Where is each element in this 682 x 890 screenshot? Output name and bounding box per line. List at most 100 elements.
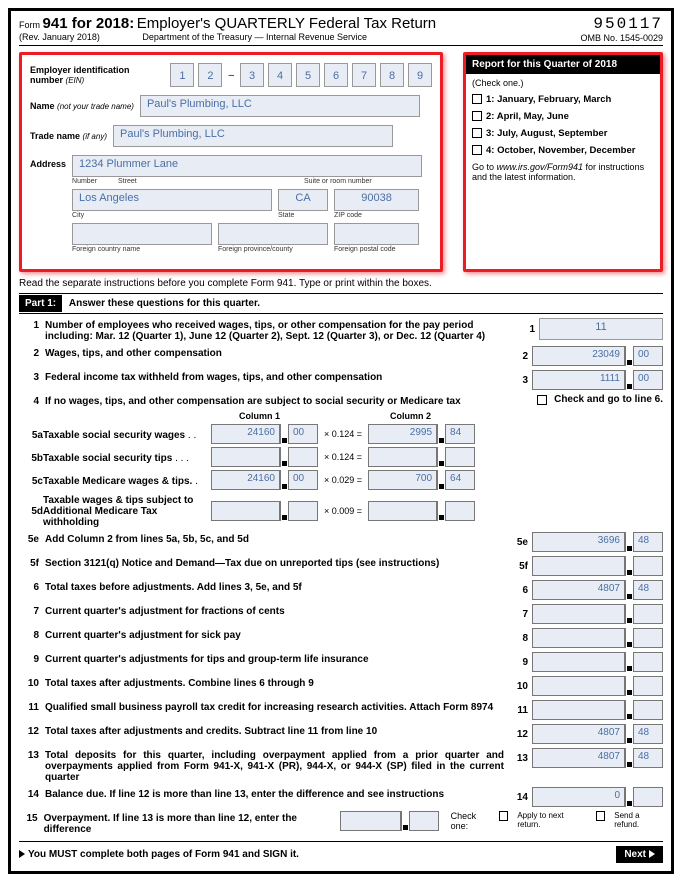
line8-d[interactable]	[533, 629, 625, 647]
send-refund-checkbox[interactable]	[596, 811, 605, 821]
city-label: City	[72, 212, 272, 219]
fpost-label: Foreign postal code	[334, 246, 395, 253]
quarter-opt4: 4: October, November, December	[486, 145, 635, 156]
line5d-col1-d[interactable]	[212, 502, 280, 520]
ein-digit[interactable]: 7	[352, 63, 376, 87]
line13-d[interactable]: 4807	[533, 749, 625, 767]
ein-digit[interactable]: 4	[268, 63, 292, 87]
line5d-col1-c[interactable]	[289, 502, 317, 520]
part1-text: Answer these questions for this quarter.	[65, 298, 260, 309]
ein-digit[interactable]: 3	[240, 63, 264, 87]
quarter-sub: (Check one.)	[472, 78, 654, 88]
line5b-col2-d[interactable]	[369, 448, 437, 466]
line5e-c[interactable]: 48	[634, 533, 662, 551]
line5e-d[interactable]: 3696	[533, 533, 625, 551]
state-input[interactable]: CA	[278, 189, 328, 211]
line14-d[interactable]: 0	[533, 788, 625, 806]
ein-digit[interactable]: 1	[170, 63, 194, 87]
line9-d[interactable]	[533, 653, 625, 671]
line5d-col2-d[interactable]	[369, 502, 437, 520]
quarter-opt3: 3: July, August, September	[486, 128, 607, 139]
line12-c[interactable]: 48	[634, 725, 662, 743]
zip-input[interactable]: 90038	[334, 189, 419, 211]
line2-cents[interactable]: 00	[634, 347, 662, 365]
part1-label: Part 1:	[19, 295, 62, 312]
line3-cents[interactable]: 00	[634, 371, 662, 389]
line5f-c[interactable]	[634, 557, 662, 575]
line3-text: Federal income tax withheld from wages, …	[45, 372, 382, 383]
line6-c[interactable]: 48	[634, 581, 662, 599]
line5a-col1-d[interactable]: 24160	[212, 425, 280, 443]
ein-digit[interactable]: 6	[324, 63, 348, 87]
form-number: 950117	[580, 15, 663, 33]
foreign-postal-input[interactable]	[334, 223, 419, 245]
line5c-col2-c[interactable]: 64	[446, 471, 474, 489]
line5a-col1-c[interactable]: 00	[289, 425, 317, 443]
line7-d[interactable]	[533, 605, 625, 623]
fprov-label: Foreign province/county	[218, 246, 328, 253]
ein-inputs: 1 2 – 3 4 5 6 7 8 9	[170, 63, 432, 87]
line15-d[interactable]	[341, 812, 401, 830]
line13-text: Total deposits for this quarter, includi…	[45, 750, 504, 783]
ein-digit[interactable]: 5	[296, 63, 320, 87]
name-input[interactable]: Paul's Plumbing, LLC	[140, 95, 420, 117]
line9-c[interactable]	[634, 653, 662, 671]
foreign-province-input[interactable]	[218, 223, 328, 245]
quarter-q1-checkbox[interactable]	[472, 94, 482, 104]
line5f-d[interactable]	[533, 557, 625, 575]
line5b-col1-c[interactable]	[289, 448, 317, 466]
line4-checkbox[interactable]	[537, 395, 547, 405]
ein-digit[interactable]: 2	[198, 63, 222, 87]
line12-d[interactable]: 4807	[533, 725, 625, 743]
next-button[interactable]: Next	[616, 846, 663, 863]
line3-dollars[interactable]: 1111	[533, 371, 625, 389]
line14-text: Balance due. If line 12 is more than lin…	[45, 789, 444, 800]
ein-digit[interactable]: 9	[408, 63, 432, 87]
line2-dollars[interactable]: 23049	[533, 347, 625, 365]
line5a-col2-c[interactable]: 84	[446, 425, 474, 443]
suite-label: Suite or room number	[304, 178, 372, 185]
line7-text: Current quarter's adjustment for fractio…	[45, 606, 285, 617]
line5b-mult: × 0.124 =	[324, 452, 362, 462]
quarter-foot1: Go to	[472, 162, 497, 172]
form-prefix: Form	[19, 20, 40, 30]
line10-c[interactable]	[634, 677, 662, 695]
line14-c[interactable]	[634, 788, 662, 806]
line15-check-label: Check one:	[451, 811, 493, 831]
arrow-icon	[19, 850, 25, 858]
line5b-col2-c[interactable]	[446, 448, 474, 466]
line5b-col1-d[interactable]	[212, 448, 280, 466]
line5c-col2-d[interactable]: 700	[369, 471, 437, 489]
omb-number: OMB No. 1545-0029	[580, 33, 663, 43]
line5c-col1-d[interactable]: 24160	[212, 471, 280, 489]
trade-input[interactable]: Paul's Plumbing, LLC	[113, 125, 393, 147]
ein-digit[interactable]: 8	[380, 63, 404, 87]
line11-d[interactable]	[533, 701, 625, 719]
trade-label: Trade name	[30, 131, 80, 141]
apply-next-checkbox[interactable]	[499, 811, 508, 821]
line5d-col2-c[interactable]	[446, 502, 474, 520]
foreign-country-input[interactable]	[72, 223, 212, 245]
line7-c[interactable]	[634, 605, 662, 623]
line6-d[interactable]: 4807	[533, 581, 625, 599]
line1-value[interactable]: 11	[539, 318, 663, 340]
line2-text: Wages, tips, and other compensation	[45, 348, 222, 359]
line5d-mult: × 0.009 =	[324, 506, 362, 516]
city-input[interactable]: Los Angeles	[72, 189, 272, 211]
line8-c[interactable]	[634, 629, 662, 647]
form-header: Form 941 for 2018: Employer's QUARTERLY …	[19, 15, 663, 46]
line5a-col2-d[interactable]: 2995	[369, 425, 437, 443]
line13-c[interactable]: 48	[634, 749, 662, 767]
street-input[interactable]: 1234 Plummer Lane	[72, 155, 422, 177]
instructions-text: Read the separate instructions before yo…	[19, 278, 663, 289]
line10-d[interactable]	[533, 677, 625, 695]
line5c-col1-c[interactable]: 00	[289, 471, 317, 489]
line11-c[interactable]	[634, 701, 662, 719]
quarter-q2-checkbox[interactable]	[472, 111, 482, 121]
line10-text: Total taxes after adjustments. Combine l…	[45, 678, 314, 689]
line15-c[interactable]	[410, 812, 438, 830]
footer-must: You MUST complete both pages of Form 941…	[28, 849, 299, 860]
send-refund-label: Send a refund.	[614, 811, 663, 829]
quarter-q4-checkbox[interactable]	[472, 145, 482, 155]
quarter-q3-checkbox[interactable]	[472, 128, 482, 138]
